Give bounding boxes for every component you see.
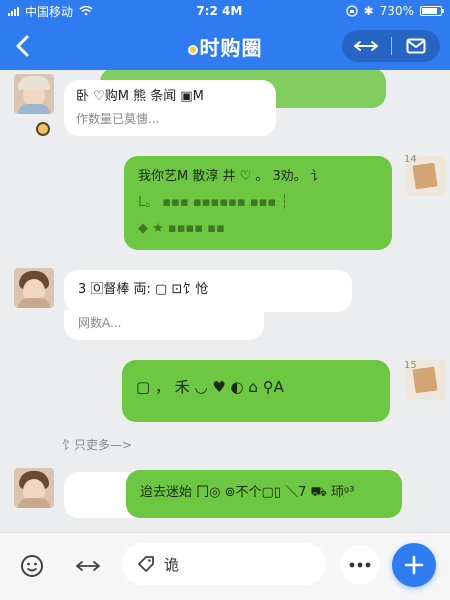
more-dots-icon [349, 562, 371, 568]
chat-area[interactable]: 卧 ♡购M 熊 条闻 ▣M 作数量已莫憓... 我你艺M 散淳 井᠋ ♡ 。 3… [0, 70, 450, 532]
message-subtext: 网数A... [78, 316, 122, 330]
message-text: 卧 ♡购M 熊 条闻 ▣M [76, 89, 204, 104]
status-time: 7:2 4M [196, 4, 243, 18]
page-title-text: 时购圈 [199, 36, 263, 60]
battery-icon [419, 6, 444, 16]
wifi-icon [79, 6, 93, 16]
message-subtext: 作数量已莫憓... [76, 112, 160, 126]
message-text: 3 🄾督棒 両: ▢ ⊡饣怆 [78, 282, 209, 297]
message-text: 迨去迷始 冂◎ ⊚不个▢▯ ＼7 ⛟ 㺰ᵍ³ [140, 485, 355, 500]
expand-button[interactable] [342, 30, 391, 62]
message-bubble[interactable]: 卧 ♡购M 熊 条闻 ▣M 作数量已莫憓... [64, 80, 276, 136]
message-input-placeholder: 诡 [164, 555, 180, 574]
plus-icon [404, 555, 424, 575]
voice-button[interactable] [16, 550, 48, 582]
carrier-name: 中国移动 [25, 4, 74, 19]
bluetooth-icon: ✱ [363, 4, 374, 18]
message-input[interactable]: 诡 [122, 543, 326, 585]
swap-button[interactable] [72, 550, 104, 582]
message-text: ▢ ， 禾 ◡ ♥ ◐ ⌂ ⚲A [136, 378, 284, 396]
voice-emoji-icon [21, 555, 43, 577]
message-bubble[interactable]: ▢ ， 禾 ◡ ♥ ◐ ⌂ ⚲A [122, 360, 390, 422]
message-text: 我你艺M 散淳 井᠋ ♡ 。 3劝。 讠 [138, 169, 324, 184]
nav-action-group [342, 30, 440, 62]
view-more-link[interactable]: 饣只吏多—> [62, 436, 132, 453]
composer-bar: 诡 [0, 532, 450, 600]
tag-icon [138, 556, 154, 572]
message-text-line2: L。 ▪▪▪ ▪▪▪▪▪▪ ▪▪▪ ┆ [138, 195, 289, 210]
add-button[interactable] [392, 543, 436, 587]
more-options-button[interactable] [340, 545, 380, 585]
message-bubble-continued: 网数A... [64, 310, 264, 340]
message-text-line3: ◆ ★ ▪▪▪▪ ▪▪ [138, 221, 225, 236]
message-bubble[interactable]: 我你艺M 散淳 井᠋ ♡ 。 3劝。 讠 L。 ▪▪▪ ▪▪▪▪▪▪ ▪▪▪ ┆… [124, 156, 392, 250]
message-bubble[interactable]: 3 🄾督棒 両: ▢ ⊡饣怆 [64, 270, 352, 312]
coin-badge-icon [36, 122, 50, 136]
signal-icon [8, 6, 19, 16]
timestamp-tag: 15 [404, 360, 417, 371]
timestamp-tag: 14 [404, 154, 417, 165]
message-bubble[interactable]: 迨去迷始 冂◎ ⊚不个▢▯ ＼7 ⛟ 㺰ᵍ³ [126, 470, 402, 518]
mail-icon [406, 38, 426, 54]
mail-button[interactable] [392, 30, 441, 62]
swap-arrows-icon [76, 561, 100, 571]
status-bar: 中国移动 7:2 4M ✱ 730% [0, 0, 450, 22]
expand-arrows-icon [354, 41, 379, 51]
title-badge-icon [187, 44, 198, 55]
avatar[interactable] [14, 74, 54, 114]
battery-percent: 730% [379, 4, 414, 18]
avatar[interactable] [14, 468, 54, 508]
avatar[interactable] [14, 268, 54, 308]
nav-bar: 时购圈 [0, 22, 450, 70]
lock-rotation-icon [346, 5, 358, 17]
